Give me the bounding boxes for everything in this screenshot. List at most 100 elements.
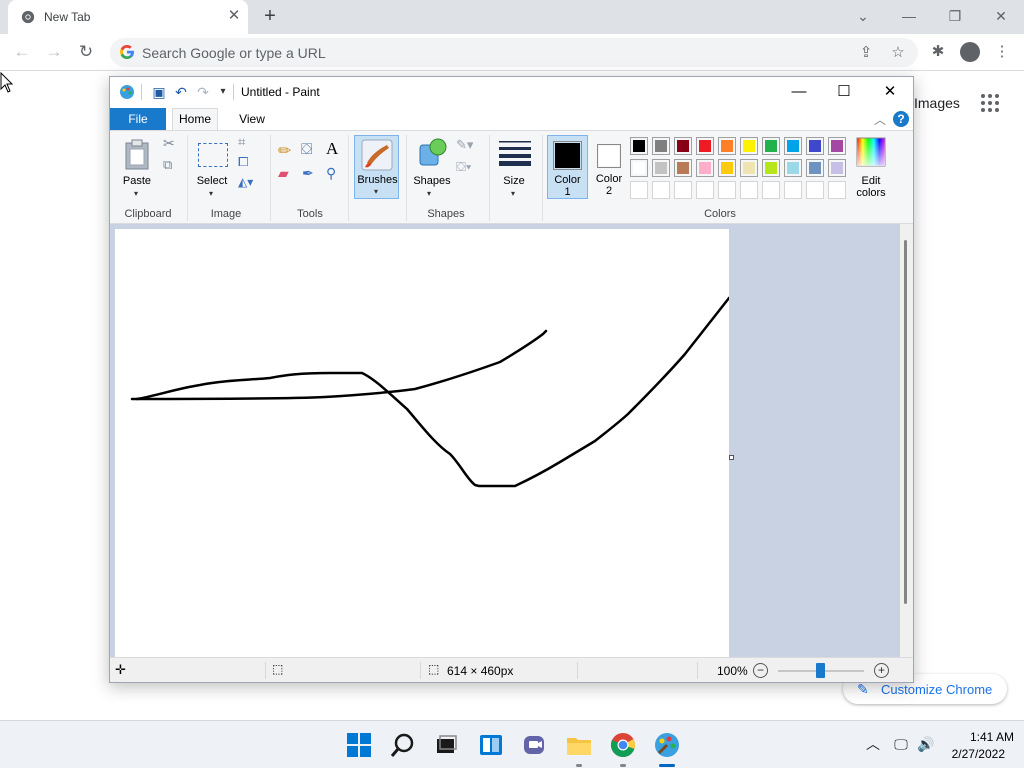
custom-color-slot[interactable] xyxy=(740,181,758,199)
tab-new-tab[interactable]: New Tab ✕ xyxy=(8,0,248,34)
custom-color-slot[interactable] xyxy=(828,181,846,199)
tab-file[interactable]: File xyxy=(110,108,166,130)
color-swatch[interactable] xyxy=(630,159,648,177)
collapse-ribbon-icon[interactable]: ︿ xyxy=(874,111,886,128)
show-hidden-icons-icon[interactable]: ︿ xyxy=(864,735,882,753)
zoom-slider-thumb[interactable] xyxy=(816,663,825,678)
forward-icon[interactable]: → xyxy=(43,41,65,63)
magnifier-icon[interactable]: ⚲ xyxy=(326,165,336,182)
copy-icon[interactable]: ⧉ xyxy=(163,157,172,173)
color-swatch[interactable] xyxy=(718,159,736,177)
drawing-canvas[interactable] xyxy=(115,229,731,657)
custom-color-slot[interactable] xyxy=(630,181,648,199)
profile-icon[interactable] xyxy=(960,42,980,62)
apps-grid-icon[interactable] xyxy=(980,93,1000,113)
reload-icon[interactable]: ↻ xyxy=(75,41,97,63)
color-swatch[interactable] xyxy=(740,137,758,155)
color-swatch[interactable] xyxy=(652,159,670,177)
customize-qa-icon[interactable]: ▾ xyxy=(215,84,231,100)
shapes-icon[interactable] xyxy=(416,137,448,169)
custom-color-slot[interactable] xyxy=(652,181,670,199)
menu-icon[interactable]: ⋮ xyxy=(992,42,1012,62)
chat-icon[interactable] xyxy=(521,731,549,759)
save-icon[interactable]: ▣ xyxy=(151,84,167,100)
minimize-icon[interactable]: — xyxy=(898,6,920,26)
color-swatch[interactable] xyxy=(828,159,846,177)
color-swatch[interactable] xyxy=(762,137,780,155)
tab-home[interactable]: Home xyxy=(172,108,218,131)
restore-icon[interactable]: ❐ xyxy=(944,6,966,26)
vertical-scrollbar[interactable] xyxy=(900,224,913,657)
images-link[interactable]: Images xyxy=(914,95,960,111)
clock-date[interactable]: 2/27/2022 xyxy=(940,747,1005,761)
paste-icon[interactable] xyxy=(123,139,151,171)
canvas-resize-handle[interactable] xyxy=(729,455,734,460)
redo-icon[interactable]: ↷ xyxy=(195,84,211,100)
paint-minimize-icon[interactable]: — xyxy=(788,82,810,102)
size-dropdown-icon[interactable]: ▾ xyxy=(511,189,515,198)
tab-view[interactable]: View xyxy=(234,108,270,130)
shape-fill-icon[interactable]: ⛋▾ xyxy=(456,159,471,175)
zoom-out-icon[interactable]: − xyxy=(753,663,768,678)
text-icon[interactable]: A xyxy=(326,139,338,159)
color-swatch[interactable] xyxy=(696,137,714,155)
start-icon[interactable] xyxy=(345,731,373,759)
extensions-icon[interactable]: ✱ xyxy=(928,42,948,62)
paint-maximize-icon[interactable]: ☐ xyxy=(833,82,855,102)
file-explorer-icon[interactable] xyxy=(565,731,593,759)
custom-color-slot[interactable] xyxy=(696,181,714,199)
network-icon[interactable]: 🖵 xyxy=(892,735,910,753)
color-swatch[interactable] xyxy=(828,137,846,155)
clock-time[interactable]: 1:41 AM xyxy=(948,730,1014,744)
custom-color-slot[interactable] xyxy=(806,181,824,199)
undo-icon[interactable]: ↶ xyxy=(173,84,189,100)
share-icon[interactable]: ⇪ xyxy=(857,44,875,62)
resize-icon[interactable]: ⧠ xyxy=(238,154,248,170)
omnibox[interactable]: Search Google or type a URL ⇪ ☆ xyxy=(110,38,918,67)
volume-icon[interactable]: 🔊 xyxy=(917,735,935,753)
color1-button[interactable]: Color 1 xyxy=(547,135,588,199)
custom-color-slot[interactable] xyxy=(718,181,736,199)
color-swatch[interactable] xyxy=(718,137,736,155)
star-icon[interactable]: ☆ xyxy=(889,44,907,62)
back-icon[interactable]: ← xyxy=(11,41,33,63)
eraser-icon[interactable]: ▰ xyxy=(278,165,289,182)
rotate-icon[interactable]: ◭▾ xyxy=(238,175,253,189)
tab-close-icon[interactable]: ✕ xyxy=(226,8,242,24)
select-icon[interactable] xyxy=(198,143,228,167)
paint-icon[interactable] xyxy=(653,731,681,759)
edit-colors-icon[interactable] xyxy=(856,137,886,167)
close-icon[interactable]: ✕ xyxy=(990,6,1012,26)
pencil-icon[interactable]: ✏ xyxy=(278,141,291,161)
color-swatch[interactable] xyxy=(674,137,692,155)
task-view-icon[interactable] xyxy=(432,731,460,759)
color-swatch[interactable] xyxy=(806,137,824,155)
color-swatch[interactable] xyxy=(674,159,692,177)
new-tab-button[interactable]: + xyxy=(260,6,280,26)
color-swatch[interactable] xyxy=(762,159,780,177)
color-swatch[interactable] xyxy=(652,137,670,155)
color-swatch[interactable] xyxy=(784,137,802,155)
custom-color-slot[interactable] xyxy=(784,181,802,199)
scrollbar-thumb[interactable] xyxy=(904,240,907,604)
widgets-icon[interactable] xyxy=(477,731,505,759)
search-icon[interactable] xyxy=(389,731,417,759)
shapes-dropdown-icon[interactable]: ▾ xyxy=(427,189,431,198)
help-icon[interactable]: ? xyxy=(893,111,909,127)
size-icon[interactable] xyxy=(498,139,532,167)
tab-search-icon[interactable]: ⌄ xyxy=(852,6,874,26)
color-swatch[interactable] xyxy=(784,159,802,177)
brushes-button[interactable]: Brushes ▾ xyxy=(354,135,399,199)
color2-button[interactable]: Color 2 xyxy=(591,135,627,199)
color-swatch[interactable] xyxy=(806,159,824,177)
custom-color-slot[interactable] xyxy=(674,181,692,199)
paste-dropdown-icon[interactable]: ▾ xyxy=(134,189,138,198)
cut-icon[interactable]: ✂ xyxy=(163,135,175,152)
chrome-icon[interactable] xyxy=(609,731,637,759)
paint-close-icon[interactable]: ✕ xyxy=(879,82,901,102)
color-swatch[interactable] xyxy=(740,159,758,177)
color-picker-icon[interactable]: ✒ xyxy=(302,165,314,182)
crop-icon[interactable]: ⌗ xyxy=(238,134,245,150)
color-swatch[interactable] xyxy=(696,159,714,177)
select-dropdown-icon[interactable]: ▾ xyxy=(209,189,213,198)
